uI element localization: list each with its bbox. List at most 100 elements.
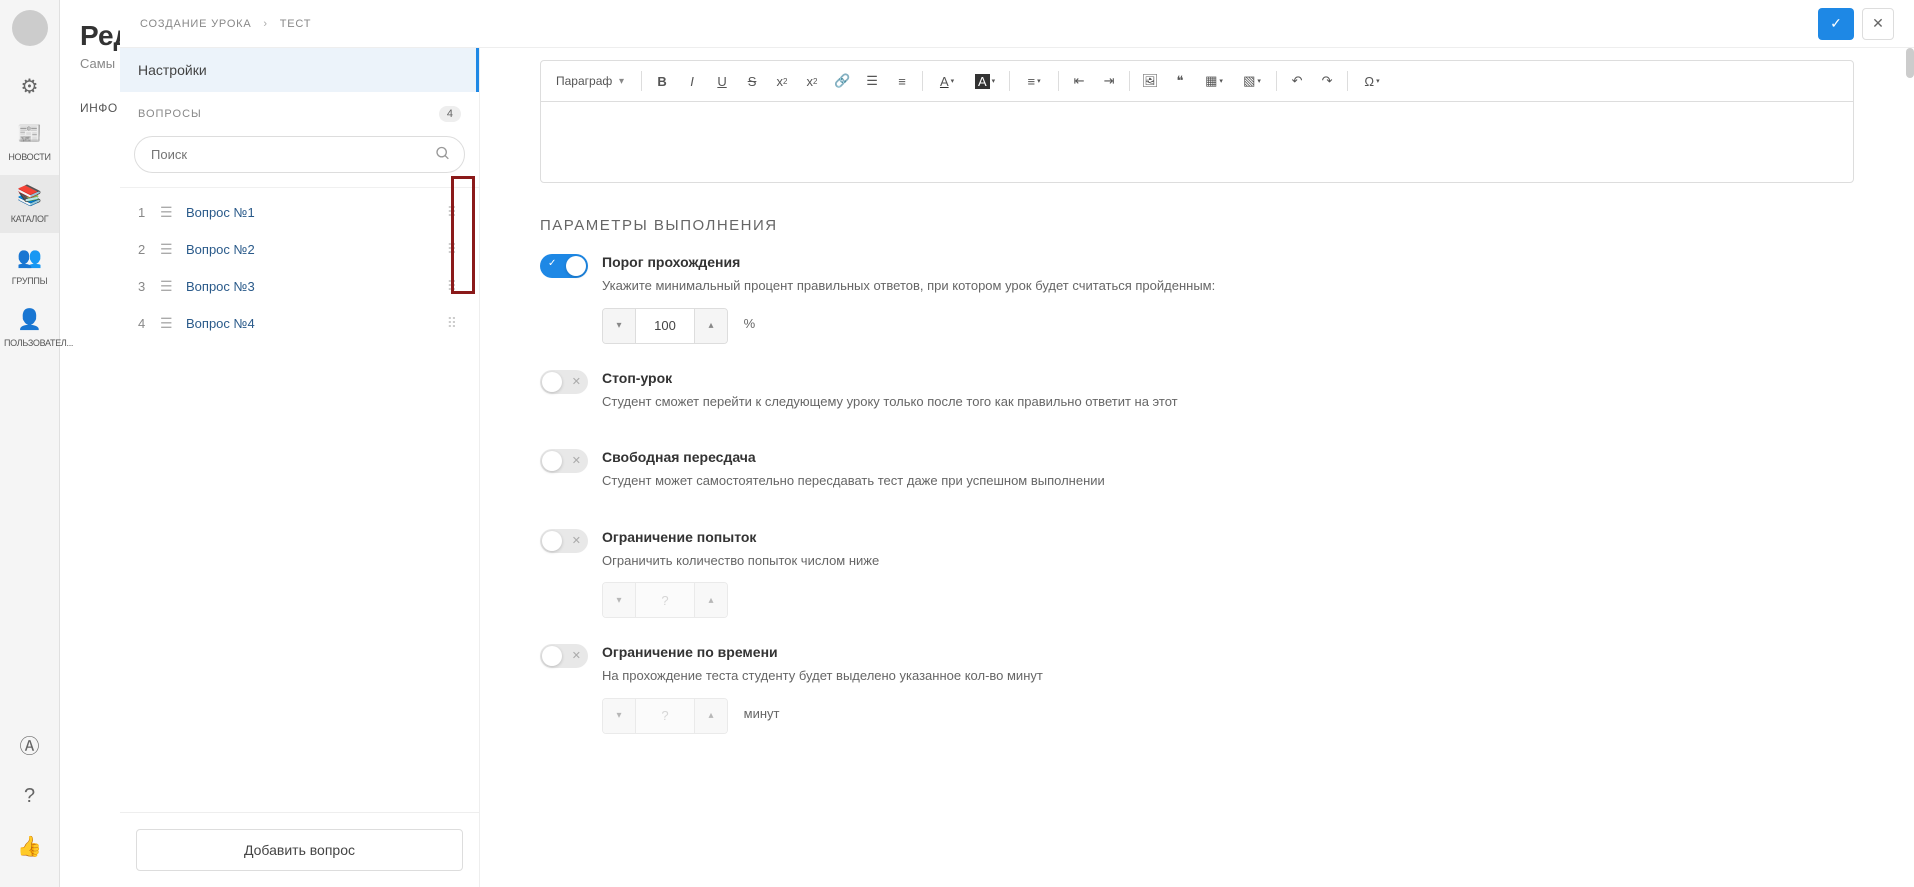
editor-toolbar: Параграф B I U S x2 x2 🔗 ☰ ≡ A A ≡: [541, 61, 1853, 102]
nav-users[interactable]: 👤 ПОЛЬЗОВАТЕЛ...: [0, 299, 59, 357]
modal-header: СОЗДАНИЕ УРОКА › ТЕСТ ✓ ✕: [120, 0, 1914, 48]
time-value[interactable]: [635, 699, 695, 733]
check-icon: ✓: [548, 258, 556, 269]
undo-button[interactable]: ↶: [1283, 67, 1311, 95]
link-button[interactable]: 🔗: [828, 67, 856, 95]
nav-groups-label: ГРУППЫ: [12, 276, 48, 286]
quote-button[interactable]: ❝: [1166, 67, 1194, 95]
embed-button[interactable]: ▧: [1234, 67, 1270, 95]
time-input-group: ▾ ▴: [602, 698, 728, 734]
time-desc: На прохождение теста студенту будет выде…: [602, 666, 1854, 686]
italic-button[interactable]: I: [678, 67, 706, 95]
retake-desc: Студент может самостоятельно пересдавать…: [602, 471, 1854, 491]
catalog-icon: 📚: [4, 183, 55, 208]
nav-help[interactable]: ?: [13, 777, 46, 818]
nav-gear[interactable]: ⚙: [0, 66, 59, 109]
threshold-increment[interactable]: ▴: [695, 309, 727, 343]
subscript-button[interactable]: x2: [768, 67, 796, 95]
time-unit: минут: [744, 706, 780, 721]
attempts-increment[interactable]: ▴: [695, 583, 727, 617]
confirm-button[interactable]: ✓: [1818, 8, 1854, 40]
nav-news[interactable]: 📰 НОВОСТИ: [0, 113, 59, 171]
threshold-value[interactable]: [635, 309, 695, 343]
question-label: Вопрос №3: [186, 279, 443, 294]
bold-button[interactable]: B: [648, 67, 676, 95]
question-item[interactable]: 2 ☰ Вопрос №2 ⠿: [120, 231, 479, 268]
superscript-button[interactable]: x2: [798, 67, 826, 95]
omega-button[interactable]: Ω: [1354, 67, 1390, 95]
attempts-decrement[interactable]: ▾: [603, 583, 635, 617]
questions-header: ВОПРОСЫ 4: [120, 92, 479, 136]
time-increment[interactable]: ▴: [695, 699, 727, 733]
table-button[interactable]: ▦: [1196, 67, 1232, 95]
param-stop: ✕ Стоп-урок Студент сможет перейти к сле…: [540, 370, 1854, 424]
background-page: Ред Самы ИНФО: [60, 0, 120, 887]
redo-button[interactable]: ↷: [1313, 67, 1341, 95]
content-area: Параграф B I U S x2 x2 🔗 ☰ ≡ A A ≡: [480, 48, 1914, 887]
question-item[interactable]: 3 ☰ Вопрос №3 ⠿: [120, 268, 479, 305]
image-button[interactable]: 🖼: [1136, 67, 1164, 95]
attempts-title: Ограничение попыток: [602, 529, 1854, 545]
bg-color-button[interactable]: A: [967, 67, 1003, 95]
question-label: Вопрос №2: [186, 242, 443, 257]
x-icon: ✕: [572, 649, 581, 662]
scrollbar-thumb[interactable]: [1906, 48, 1914, 78]
strike-button[interactable]: S: [738, 67, 766, 95]
question-type-icon: ☰: [160, 204, 180, 221]
param-attempts: ✕ Ограничение попыток Ограничить количес…: [540, 529, 1854, 619]
time-decrement[interactable]: ▾: [603, 699, 635, 733]
nav-catalog[interactable]: 📚 КАТАЛОГ: [0, 175, 59, 233]
threshold-desc: Укажите минимальный процент правильных о…: [602, 276, 1854, 296]
nav-catalog-label: КАТАЛОГ: [11, 214, 49, 224]
bg-tab: ИНФО: [80, 101, 120, 115]
search-icon[interactable]: [435, 145, 451, 164]
drag-handle-icon[interactable]: ⠿: [443, 239, 461, 260]
breadcrumb-sep: ›: [263, 18, 267, 30]
indent-button[interactable]: ⇥: [1095, 67, 1123, 95]
stop-toggle[interactable]: ✕: [540, 370, 588, 394]
breadcrumb-part2: ТЕСТ: [280, 18, 312, 30]
paragraph-select[interactable]: Параграф: [548, 70, 633, 92]
x-icon: ✕: [572, 534, 581, 547]
time-toggle[interactable]: ✕: [540, 644, 588, 668]
question-item[interactable]: 1 ☰ Вопрос №1 ⠿: [120, 194, 479, 231]
search-input[interactable]: [134, 136, 465, 173]
question-num: 3: [138, 279, 154, 294]
question-type-icon: ☰: [160, 241, 180, 258]
bullet-list-button[interactable]: ☰: [858, 67, 886, 95]
question-item[interactable]: 4 ☰ Вопрос №4 ⠿: [120, 305, 479, 342]
outdent-button[interactable]: ⇤: [1065, 67, 1093, 95]
breadcrumb-part1[interactable]: СОЗДАНИЕ УРОКА: [140, 18, 252, 30]
align-button[interactable]: ≡: [1016, 67, 1052, 95]
ordered-list-button[interactable]: ≡: [888, 67, 916, 95]
x-icon: ✕: [572, 454, 581, 467]
avatar[interactable]: [12, 10, 48, 46]
retake-toggle[interactable]: ✕: [540, 449, 588, 473]
breadcrumb: СОЗДАНИЕ УРОКА › ТЕСТ: [140, 18, 311, 30]
retake-title: Свободная пересдача: [602, 449, 1854, 465]
settings-tab[interactable]: Настройки: [120, 48, 479, 92]
underline-button[interactable]: U: [708, 67, 736, 95]
question-label: Вопрос №1: [186, 205, 443, 220]
threshold-toggle[interactable]: ✓: [540, 254, 588, 278]
text-color-button[interactable]: A: [929, 67, 965, 95]
editor-content[interactable]: [541, 102, 1853, 182]
add-question-button[interactable]: Добавить вопрос: [136, 829, 463, 871]
rich-text-editor: Параграф B I U S x2 x2 🔗 ☰ ≡ A A ≡: [540, 60, 1854, 183]
left-panel: Настройки ВОПРОСЫ 4 1 ☰ Вопрос №1 ⠿: [120, 48, 480, 887]
attempts-toggle[interactable]: ✕: [540, 529, 588, 553]
attempts-desc: Ограничить количество попыток числом ниж…: [602, 551, 1854, 571]
gear-icon: ⚙: [4, 74, 55, 99]
drag-handle-icon[interactable]: ⠿: [443, 313, 461, 334]
section-title: ПАРАМЕТРЫ ВЫПОЛНЕНИЯ: [540, 217, 1854, 234]
stop-title: Стоп-урок: [602, 370, 1854, 386]
drag-handle-icon[interactable]: ⠿: [443, 202, 461, 223]
close-button[interactable]: ✕: [1862, 8, 1894, 40]
threshold-decrement[interactable]: ▾: [603, 309, 635, 343]
attempts-value[interactable]: [635, 583, 695, 617]
nav-font[interactable]: Ⓐ: [13, 722, 46, 769]
nav-groups[interactable]: 👥 ГРУППЫ: [0, 237, 59, 295]
question-label: Вопрос №4: [186, 316, 443, 331]
nav-like[interactable]: 👍: [13, 826, 46, 869]
drag-handle-icon[interactable]: ⠿: [443, 276, 461, 297]
